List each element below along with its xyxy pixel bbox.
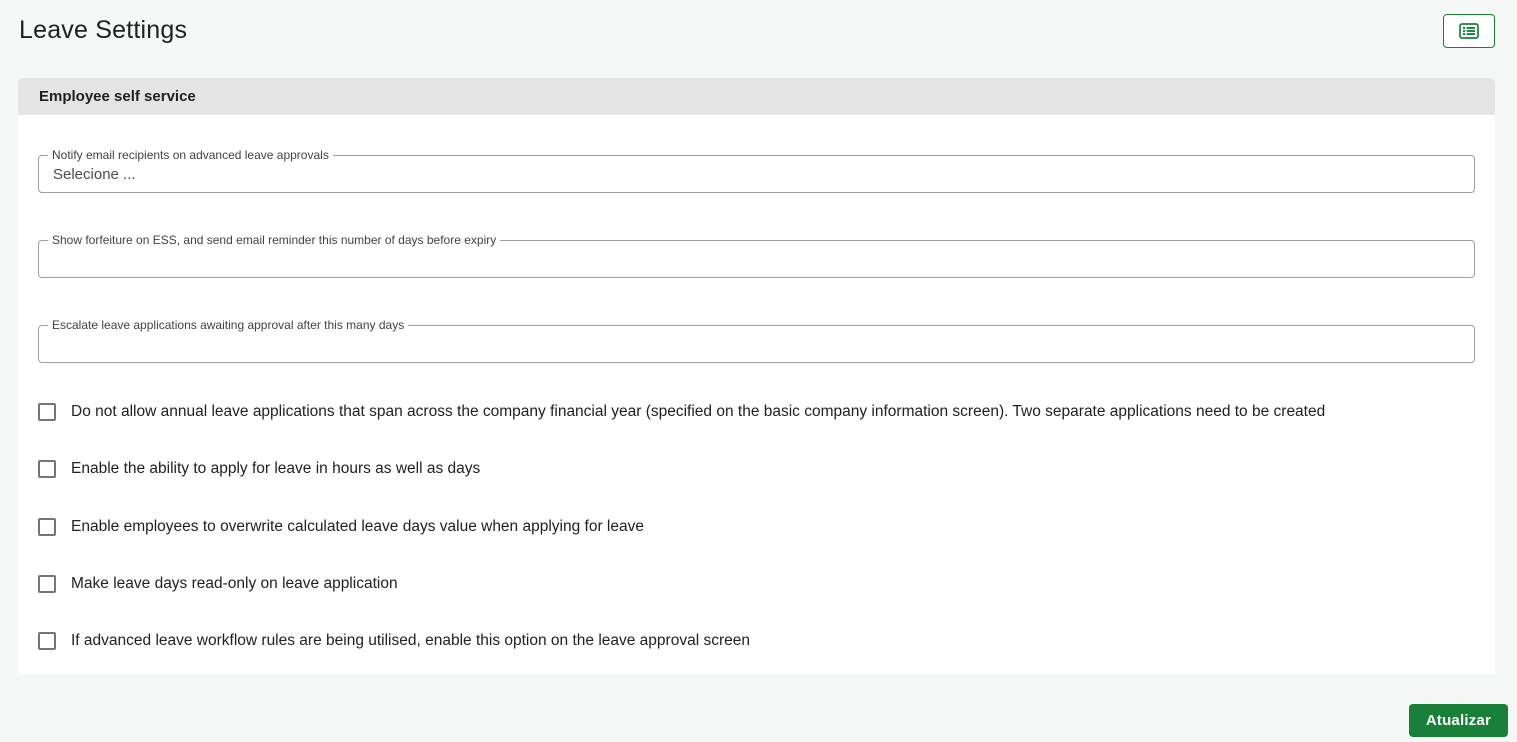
checkbox-row-leave-in-hours[interactable]: Enable the ability to apply for leave in…	[38, 459, 480, 479]
employee-self-service-panel: Employee self service Notify email recip…	[18, 78, 1495, 674]
notify-email-recipients-select[interactable]: Notify email recipients on advanced leav…	[38, 148, 1475, 193]
list-alt-icon	[1459, 23, 1479, 39]
checkbox[interactable]	[38, 632, 56, 650]
checkbox-label: Make leave days read-only on leave appli…	[71, 575, 398, 592]
checkbox[interactable]	[38, 518, 56, 536]
checkbox-row-leave-days-readonly[interactable]: Make leave days read-only on leave appli…	[38, 574, 398, 594]
checkbox-label: If advanced leave workflow rules are bei…	[71, 632, 750, 649]
escalate-approval-days-field[interactable]: Escalate leave applications awaiting app…	[38, 318, 1475, 363]
checkbox-label: Enable employees to overwrite calculated…	[71, 518, 644, 535]
checkbox-row-financial-year-span[interactable]: Do not allow annual leave applications t…	[38, 402, 1325, 422]
checkbox-row-advanced-workflow-rules[interactable]: If advanced leave workflow rules are bei…	[38, 631, 750, 651]
checkbox-label: Do not allow annual leave applications t…	[71, 403, 1326, 420]
field-label: Show forfeiture on ESS, and send email r…	[48, 233, 501, 248]
checkbox[interactable]	[38, 575, 56, 593]
page-title: Leave Settings	[19, 16, 188, 44]
section-header: Employee self service	[18, 78, 1495, 115]
checkbox[interactable]	[38, 403, 56, 421]
field-label: Escalate leave applications awaiting app…	[48, 318, 409, 333]
field-label: Notify email recipients on advanced leav…	[48, 148, 333, 163]
checkbox[interactable]	[38, 460, 56, 478]
checkbox-row-overwrite-leave-days[interactable]: Enable employees to overwrite calculated…	[38, 517, 644, 537]
list-view-button[interactable]	[1443, 14, 1495, 48]
update-button[interactable]: Atualizar	[1408, 704, 1508, 737]
checkbox-label: Enable the ability to apply for leave in…	[71, 460, 481, 477]
forfeiture-reminder-days-field[interactable]: Show forfeiture on ESS, and send email r…	[38, 233, 1475, 278]
